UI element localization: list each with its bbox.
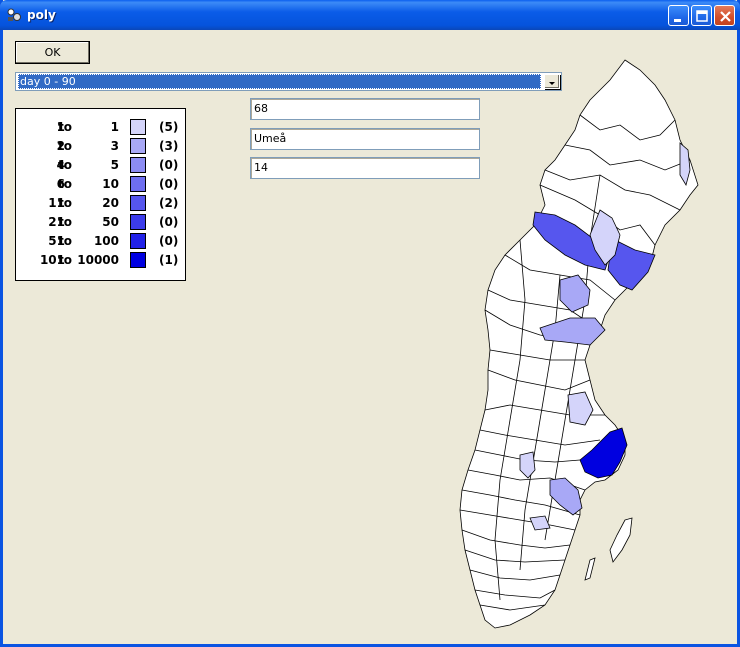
legend-count: (2) bbox=[159, 196, 179, 210]
legend-upto: 10000 bbox=[77, 253, 119, 267]
maximize-icon bbox=[696, 10, 708, 22]
legend-row: 21 to 50 (0) bbox=[16, 213, 187, 232]
legend-count: (1) bbox=[159, 253, 179, 267]
minimize-icon bbox=[674, 19, 681, 22]
close-button[interactable] bbox=[714, 5, 735, 26]
legend-count: (0) bbox=[159, 158, 179, 172]
title-bar[interactable]: poly bbox=[0, 0, 740, 30]
legend-to-word: to bbox=[58, 139, 72, 153]
legend-count: (3) bbox=[159, 139, 179, 153]
island-oland bbox=[584, 557, 596, 581]
legend-panel: 1 to 1 (5) 2 to 3 (3) 4 to 5 (0) 6 to 10 (0) 11 to 20 (2) 21… bbox=[15, 108, 186, 281]
legend-to-word: to bbox=[58, 253, 72, 267]
legend-upto: 50 bbox=[102, 215, 119, 229]
legend-row: 51 to 100 (0) bbox=[16, 232, 187, 251]
sweden-map[interactable] bbox=[455, 55, 710, 635]
legend-to-word: to bbox=[58, 177, 72, 191]
legend-count: (5) bbox=[159, 120, 179, 134]
legend-upto: 10 bbox=[102, 177, 119, 191]
legend-upto: 5 bbox=[110, 158, 119, 172]
ok-button[interactable]: OK bbox=[15, 41, 90, 64]
region-field[interactable]: Umeå bbox=[250, 128, 480, 150]
legend-row: 2 to 3 (3) bbox=[16, 137, 187, 156]
maximize-button[interactable] bbox=[691, 5, 712, 26]
legend-row: 4 to 5 (0) bbox=[16, 156, 187, 175]
legend-count: (0) bbox=[159, 234, 179, 248]
legend-swatch bbox=[130, 119, 146, 135]
legend-to-word: to bbox=[58, 120, 72, 134]
legend-to-word: to bbox=[58, 215, 72, 229]
legend-count: (0) bbox=[159, 177, 179, 191]
legend-upto: 20 bbox=[102, 196, 119, 210]
legend-count: (0) bbox=[159, 215, 179, 229]
legend-row: 101 to 10000 (1) bbox=[16, 251, 187, 270]
close-icon bbox=[720, 11, 731, 22]
legend-swatch bbox=[130, 176, 146, 192]
value-field[interactable]: 14 bbox=[250, 157, 480, 179]
legend-to-word: to bbox=[58, 158, 72, 172]
legend-to-word: to bbox=[58, 196, 72, 210]
legend-swatch bbox=[130, 138, 146, 154]
minimize-button[interactable] bbox=[668, 5, 689, 26]
legend-row: 11 to 20 (2) bbox=[16, 194, 187, 213]
legend-swatch bbox=[130, 214, 146, 230]
legend-to-word: to bbox=[58, 234, 72, 248]
code-field[interactable]: 68 bbox=[250, 98, 480, 120]
legend-upto: 100 bbox=[93, 234, 119, 248]
legend-swatch bbox=[130, 195, 146, 211]
legend-row: 6 to 10 (0) bbox=[16, 175, 187, 194]
legend-upto: 1 bbox=[110, 120, 119, 134]
window-title: poly bbox=[27, 8, 56, 22]
island-gotland bbox=[609, 517, 633, 563]
legend-upto: 3 bbox=[110, 139, 119, 153]
legend-swatch bbox=[130, 157, 146, 173]
app-icon bbox=[7, 8, 21, 21]
legend-swatch bbox=[130, 233, 146, 249]
legend-row: 1 to 1 (5) bbox=[16, 118, 187, 137]
legend-swatch bbox=[130, 252, 146, 268]
